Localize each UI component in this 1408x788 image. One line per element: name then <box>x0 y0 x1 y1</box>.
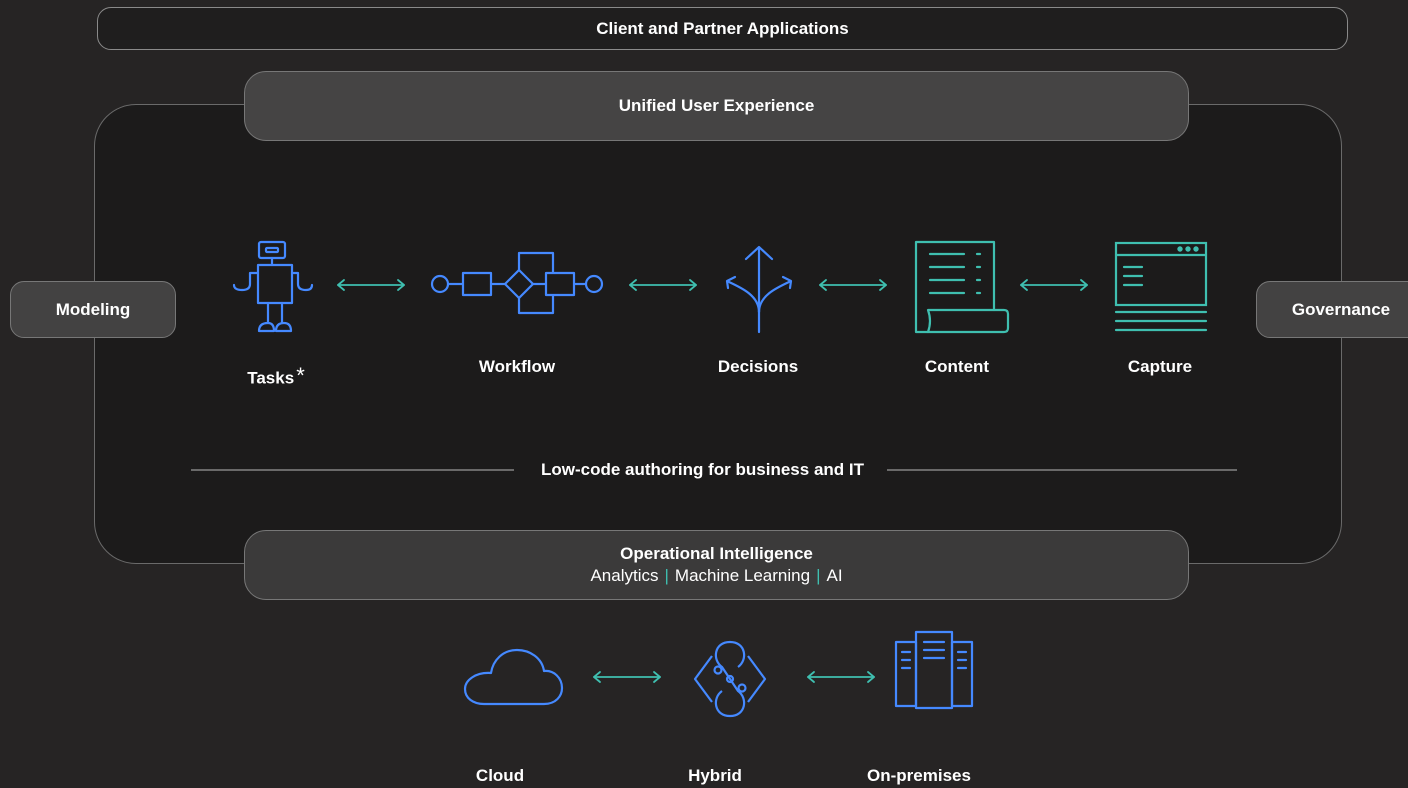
bidirectional-arrow-icon <box>1020 279 1088 291</box>
cloud-icon <box>463 648 564 706</box>
unified-user-experience-label: Unified User Experience <box>618 96 815 115</box>
bidirectional-arrow-icon <box>593 671 661 683</box>
bidirectional-arrow-icon <box>629 279 697 291</box>
capture-caption: Capture <box>1127 357 1193 376</box>
bidirectional-arrow-icon <box>337 279 405 291</box>
lowcode-divider-right <box>887 469 1237 471</box>
hybrid-caption: Hybrid <box>688 766 742 785</box>
on-premises-caption: On-premises <box>867 766 971 785</box>
modeling-label: Modeling <box>55 299 131 319</box>
bidirectional-arrow-icon <box>807 671 875 683</box>
decision-arrows-icon <box>725 245 793 334</box>
robot-icon <box>232 240 314 333</box>
bidirectional-arrow-icon <box>819 279 887 291</box>
cloud-caption: Cloud <box>475 766 525 785</box>
lowcode-divider-left <box>191 469 514 471</box>
unified-user-experience-bar: Unified User Experience <box>244 71 1189 141</box>
tasks-footnote-mark: * <box>296 363 305 388</box>
lowcode-label: Low-code authoring for business and IT <box>540 460 864 479</box>
governance-label: Governance <box>1291 299 1391 319</box>
operational-intelligence-title: Operational Intelligence <box>620 544 813 563</box>
content-caption: Content <box>924 357 990 376</box>
analytics-label: Analytics <box>590 566 659 585</box>
operational-intelligence-items: Analytics | Machine Learning | AI <box>590 565 842 587</box>
tasks-caption: Tasks* <box>196 357 356 389</box>
operational-intelligence-bar: Operational Intelligence Analytics | Machi… <box>244 530 1189 600</box>
machine-learning-label: Machine Learning <box>674 566 811 585</box>
client-partner-applications-bar: Client and Partner Applications <box>97 7 1348 50</box>
tasks-label: Tasks <box>247 368 295 388</box>
client-partner-applications-label: Client and Partner Applications <box>596 18 849 38</box>
item-separator: | <box>664 566 669 585</box>
server-icon <box>894 630 974 710</box>
document-icon <box>914 240 1010 334</box>
workflow-caption: Workflow <box>478 357 556 376</box>
item-separator: | <box>816 566 821 585</box>
workflow-icon <box>430 251 604 315</box>
capture-window-icon <box>1114 241 1208 332</box>
modeling-box: Modeling <box>10 281 176 338</box>
hybrid-icon <box>693 640 767 718</box>
ai-label: AI <box>826 566 843 585</box>
decisions-caption: Decisions <box>717 357 799 376</box>
governance-box: Governance <box>1256 281 1408 338</box>
